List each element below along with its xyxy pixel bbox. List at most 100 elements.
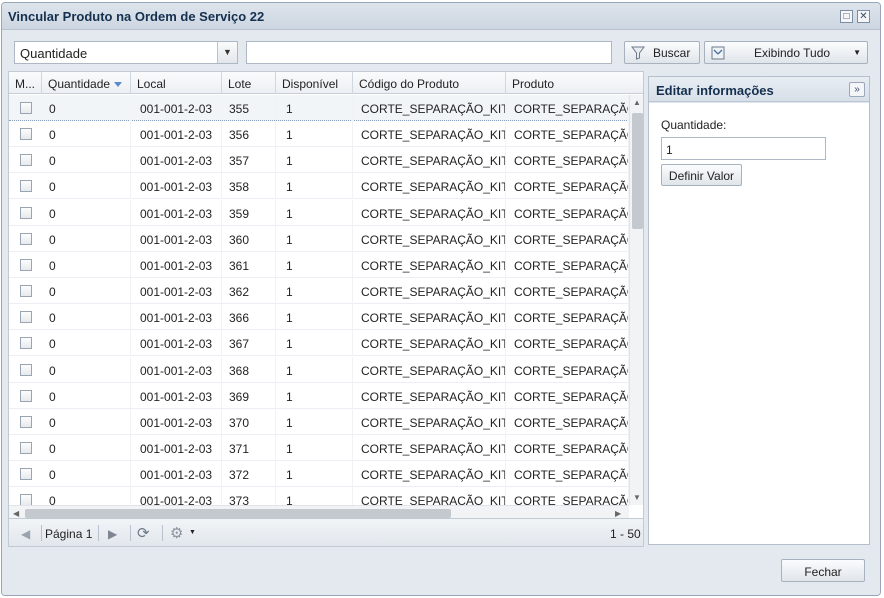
column-header-lote[interactable]: Lote <box>222 72 276 94</box>
table-row[interactable]: 0 001-001-2-03 371 1 CORTE_SEPARAÇÃO_KIT CORT… <box>9 434 629 461</box>
cell-local: 001-001-2-03 <box>140 330 222 357</box>
field-select[interactable]: Quantidade ▼ <box>14 41 238 64</box>
column-header-marker[interactable]: M... <box>9 72 42 94</box>
row-checkbox[interactable] <box>20 258 32 271</box>
table-row[interactable]: 0 001-001-2-03 369 1 CORTE_SEPARAÇÃO_KIT CORT… <box>9 382 629 409</box>
scroll-up-icon[interactable]: ▲ <box>633 98 641 107</box>
table-row[interactable]: 0 001-001-2-03 373 1 CORTE_SEPARAÇÃO_KIT CORT… <box>9 487 629 505</box>
row-checkbox[interactable] <box>20 102 32 114</box>
row-checkbox[interactable] <box>20 441 32 454</box>
column-header-disponivel[interactable]: Disponível <box>276 72 353 94</box>
table-row[interactable]: 0 001-001-2-03 372 1 CORTE_SEPARAÇÃO_KIT CORT… <box>9 461 629 488</box>
row-checkbox[interactable] <box>20 389 32 402</box>
row-checkbox[interactable] <box>20 285 32 298</box>
cell-codigo: CORTE_SEPARAÇÃO_KIT <box>361 356 506 383</box>
row-checkbox[interactable] <box>20 232 32 245</box>
cell-quantidade: 0 <box>49 121 131 148</box>
view-filter-label: Exibindo Tudo <box>754 46 831 60</box>
search-button[interactable]: Buscar <box>624 41 700 64</box>
cell-disponivel: 1 <box>286 382 353 409</box>
cell-produto: CORTE_SEPARAÇÃO_ <box>514 461 629 488</box>
next-page-icon[interactable]: ▶ <box>108 527 117 541</box>
paging-toolbar: ◀ Página 1 ▶ ⟳ ⚙ ▼ 1 - 50 <box>8 519 644 547</box>
cell-disponivel: 1 <box>286 330 353 357</box>
cell-lote: 362 <box>229 278 276 305</box>
scroll-right-icon[interactable]: ▶ <box>615 509 621 518</box>
set-value-button[interactable]: Definir Valor <box>661 164 742 186</box>
row-checkbox[interactable] <box>20 468 32 481</box>
first-page-icon[interactable]: ◀ <box>21 527 30 541</box>
row-checkbox[interactable] <box>20 128 32 141</box>
cell-quantidade: 0 <box>49 382 131 409</box>
search-input[interactable] <box>246 41 612 64</box>
row-checkbox[interactable] <box>20 154 32 167</box>
row-checkbox[interactable] <box>20 415 32 428</box>
table-row[interactable]: 0 001-001-2-03 356 1 CORTE_SEPARAÇÃO_KIT CORT… <box>9 121 629 148</box>
close-button[interactable]: Fechar <box>781 559 865 582</box>
table-row[interactable]: 0 001-001-2-03 359 1 CORTE_SEPARAÇÃO_KIT CORT… <box>9 199 629 226</box>
close-icon[interactable]: ✕ <box>857 10 870 23</box>
cell-local: 001-001-2-03 <box>140 356 222 383</box>
chevron-down-icon[interactable]: ▼ <box>189 529 196 536</box>
table-row[interactable]: 0 001-001-2-03 362 1 CORTE_SEPARAÇÃO_KIT CORT… <box>9 278 629 305</box>
table-row[interactable]: 0 001-001-2-03 357 1 CORTE_SEPARAÇÃO_KIT CORT… <box>9 147 629 174</box>
horizontal-scrollbar[interactable]: ◀ ▶ <box>9 505 629 518</box>
row-checkbox[interactable] <box>20 494 32 505</box>
cell-lote: 366 <box>229 304 276 331</box>
cell-codigo: CORTE_SEPARAÇÃO_KIT <box>361 121 506 148</box>
cell-codigo: CORTE_SEPARAÇÃO_KIT <box>361 173 506 200</box>
scroll-left-icon[interactable]: ◀ <box>13 509 19 518</box>
collapse-right-icon[interactable]: » <box>849 82 865 97</box>
gear-icon[interactable]: ⚙ <box>170 524 183 542</box>
column-header-produto[interactable]: Produto <box>506 72 643 94</box>
vertical-scrollbar[interactable]: ▲ ▼ <box>629 95 643 505</box>
table-row[interactable]: 0 001-001-2-03 370 1 CORTE_SEPARAÇÃO_KIT CORT… <box>9 408 629 435</box>
table-row[interactable]: 0 001-001-2-03 367 1 CORTE_SEPARAÇÃO_KIT CORT… <box>9 330 629 357</box>
row-checkbox[interactable] <box>20 180 32 193</box>
view-filter-button[interactable]: Exibindo Tudo ▼ <box>704 41 868 64</box>
toolbar: Quantidade ▼ Buscar Exibindo Tudo ▼ <box>2 31 880 71</box>
dialog-window: Vincular Produto na Ordem de Serviço 22 … <box>1 2 881 596</box>
cell-quantidade: 0 <box>49 461 131 488</box>
table-row[interactable]: 0 001-001-2-03 355 1 CORTE_SEPARAÇÃO_KIT CORT… <box>9 95 629 121</box>
cell-lote: 357 <box>229 147 276 174</box>
row-checkbox[interactable] <box>20 206 32 219</box>
table-row[interactable]: 0 001-001-2-03 366 1 CORTE_SEPARAÇÃO_KIT CORT… <box>9 304 629 331</box>
cell-codigo: CORTE_SEPARAÇÃO_KIT <box>361 251 506 278</box>
cell-quantidade: 0 <box>49 487 131 505</box>
cell-lote: 372 <box>229 461 276 488</box>
grid-body: 0 001-001-2-03 355 1 CORTE_SEPARAÇÃO_KIT CORT… <box>9 95 629 505</box>
cell-disponivel: 1 <box>286 199 353 226</box>
column-header-local[interactable]: Local <box>131 72 222 94</box>
record-range: 1 - 50 <box>610 527 641 541</box>
cell-codigo: CORTE_SEPARAÇÃO_KIT <box>361 95 506 121</box>
row-checkbox[interactable] <box>20 311 32 324</box>
title-bar[interactable]: Vincular Produto na Ordem de Serviço 22 … <box>2 3 880 30</box>
table-row[interactable]: 0 001-001-2-03 360 1 CORTE_SEPARAÇÃO_KIT CORT… <box>9 225 629 252</box>
quantity-input[interactable]: 1 <box>661 137 826 160</box>
cell-lote: 358 <box>229 173 276 200</box>
row-checkbox[interactable] <box>20 337 32 350</box>
cell-codigo: CORTE_SEPARAÇÃO_KIT <box>361 304 506 331</box>
column-header-quantidade[interactable]: Quantidade <box>42 72 131 94</box>
grid-header: M... Quantidade Local Lote Disponível Có… <box>9 72 643 94</box>
chevron-down-icon[interactable]: ▼ <box>217 42 237 63</box>
cell-quantidade: 0 <box>49 304 131 331</box>
scroll-down-icon[interactable]: ▼ <box>633 493 641 502</box>
pager-separator <box>162 525 163 541</box>
cell-local: 001-001-2-03 <box>140 121 222 148</box>
vertical-scroll-thumb[interactable] <box>632 113 643 229</box>
table-row[interactable]: 0 001-001-2-03 358 1 CORTE_SEPARAÇÃO_KIT CORT… <box>9 173 629 200</box>
row-checkbox[interactable] <box>20 363 32 376</box>
cell-quantidade: 0 <box>49 225 131 252</box>
column-header-codigo[interactable]: Código do Produto <box>353 72 506 94</box>
cell-produto: CORTE_SEPARAÇÃO_ <box>514 199 629 226</box>
cell-produto: CORTE_SEPARAÇÃO_ <box>514 251 629 278</box>
refresh-icon[interactable]: ⟳ <box>137 524 150 542</box>
cell-lote: 356 <box>229 121 276 148</box>
table-row[interactable]: 0 001-001-2-03 368 1 CORTE_SEPARAÇÃO_KIT CORT… <box>9 356 629 383</box>
table-row[interactable]: 0 001-001-2-03 361 1 CORTE_SEPARAÇÃO_KIT CORT… <box>9 251 629 278</box>
cell-lote: 355 <box>229 95 276 121</box>
horizontal-scroll-thumb[interactable] <box>25 509 451 518</box>
maximize-icon[interactable]: □ <box>840 10 853 23</box>
